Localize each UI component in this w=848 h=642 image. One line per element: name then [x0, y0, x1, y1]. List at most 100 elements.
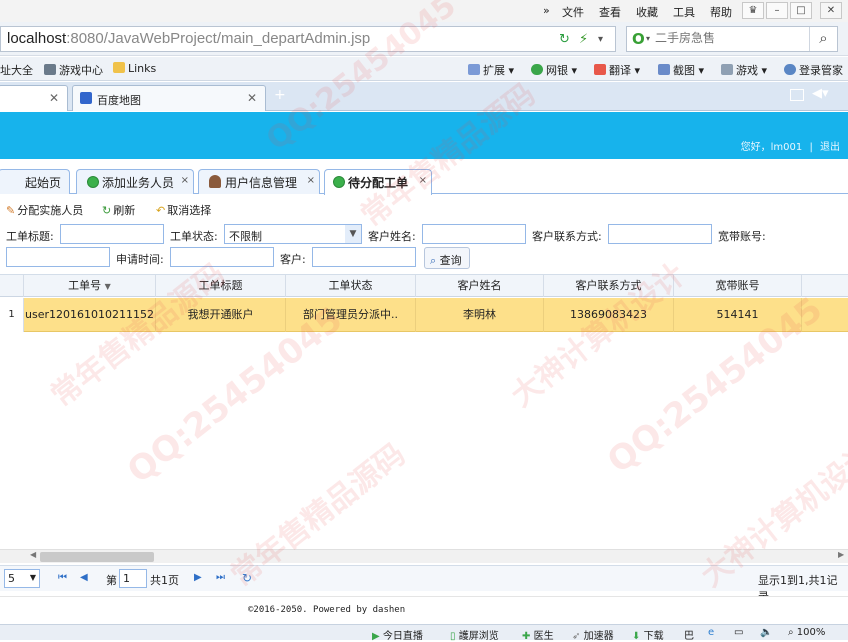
page-input[interactable]: 1 — [119, 569, 147, 588]
contact-label: 客户联系方式: — [532, 230, 602, 243]
header-label: 工单标题 — [198, 279, 243, 292]
search-input[interactable] — [655, 31, 805, 45]
minimize-icon[interactable]: – — [766, 2, 788, 19]
query-button[interactable]: ⌕ 查询 — [424, 247, 470, 269]
reload-icon[interactable]: ↻ — [242, 571, 252, 585]
skin-icon[interactable]: ♛ — [742, 2, 764, 19]
refresh-label: 刷新 — [113, 204, 136, 217]
page-input-value: 1 — [123, 572, 130, 585]
dropdown-icon[interactable]: ▾ — [598, 34, 603, 45]
search-engine-icon[interactable]: O — [632, 30, 645, 48]
contact-input[interactable] — [608, 224, 712, 244]
search-icon[interactable]: ⌕ — [809, 27, 837, 51]
scroll-right-icon[interactable]: ▶ — [838, 550, 844, 559]
cancel-selection-button[interactable]: ↶ 取消选择 — [156, 202, 211, 218]
reload-icon[interactable]: ↻ — [559, 32, 570, 47]
url-path: :8080/JavaWebProject/main_departAdmin.js… — [66, 30, 371, 47]
column-header-account[interactable]: 宽带账号 — [674, 275, 802, 297]
menu-more[interactable]: » — [543, 4, 550, 17]
menu-view[interactable]: 查看 — [599, 4, 621, 20]
close-tab-icon[interactable]: ✕ — [247, 91, 257, 105]
tool-screenshot[interactable]: 截图 ▾ — [658, 62, 704, 78]
close-tab-icon[interactable]: ✕ — [49, 91, 59, 105]
browser-tab-active[interactable]: ✕ — [0, 85, 68, 111]
close-tab-icon[interactable]: × — [419, 175, 427, 186]
screen-icon[interactable]: ▭ — [734, 627, 743, 638]
zoom-level[interactable]: ⌕ 100% — [788, 627, 825, 638]
scroll-left-icon[interactable]: ◀ — [30, 550, 36, 559]
scroll-thumb[interactable] — [40, 552, 154, 562]
menu-favorites[interactable]: 收藏 — [636, 4, 658, 20]
restore-tabs-icon[interactable] — [790, 89, 804, 101]
search-box[interactable]: O ▾ ⌕ — [626, 26, 838, 52]
fav-site-nav[interactable]: 址大全 — [0, 62, 33, 78]
chevron-down-icon: ▼ — [29, 573, 36, 582]
tool-games[interactable]: 游戏 ▾ — [721, 62, 767, 78]
new-tab-button[interactable]: + — [274, 87, 286, 103]
status-download-label: 下载 — [643, 631, 664, 642]
close-tab-icon[interactable]: × — [307, 175, 315, 186]
tool-login-manager[interactable]: 登录管家 — [784, 62, 843, 78]
speed-mode-icon[interactable]: ⚡ — [579, 32, 588, 47]
status-label: 工单状态: — [170, 230, 218, 243]
assign-button[interactable]: ✎ 分配实施人员 — [6, 202, 83, 218]
game-icon — [721, 64, 733, 75]
horizontal-scrollbar[interactable]: ◀ ▶ — [0, 549, 848, 563]
column-header-title[interactable]: 工单标题 — [156, 275, 286, 297]
assign-label: 分配实施人员 — [17, 204, 84, 217]
logout-link[interactable]: 退出 — [820, 142, 840, 153]
close-window-icon[interactable]: ✕ — [820, 2, 842, 19]
address-bar[interactable]: localhost:8080/JavaWebProject/main_depar… — [0, 26, 616, 52]
menu-file[interactable]: 文件 — [562, 4, 584, 20]
next-page-icon[interactable]: ▶ — [194, 572, 202, 583]
header-label: 工单状态 — [328, 279, 373, 292]
fav-links[interactable]: Links — [113, 62, 156, 75]
account-input[interactable] — [6, 247, 110, 267]
column-header-contact[interactable]: 客户联系方式 — [544, 275, 674, 297]
prev-page-icon[interactable]: ◀ — [80, 572, 88, 583]
chevron-down-icon[interactable]: ▼ — [345, 225, 361, 243]
table-row[interactable]: user120161010211152 我想开通账户 部门管理员分派中.. 李明… — [0, 298, 848, 332]
browser-tab-label: 百度地图 — [97, 94, 141, 107]
header-label: 客户联系方式 — [575, 279, 642, 292]
column-header-order-no[interactable]: 工单号 ▼ — [24, 275, 156, 297]
menu-tools[interactable]: 工具 — [673, 4, 695, 20]
column-header-customer[interactable]: 客户姓名 — [416, 275, 544, 297]
column-header-status[interactable]: 工单状态 — [286, 275, 416, 297]
tool-extensions[interactable]: 扩展 ▾ — [468, 62, 514, 78]
status-select[interactable]: 不限制 ▼ — [224, 224, 362, 244]
browser-tab-baidu-map[interactable]: 百度地图 ✕ — [72, 85, 266, 111]
tool-translate[interactable]: 翻译 ▾ — [594, 62, 640, 78]
page-size-select[interactable]: 5 ▼ — [4, 569, 40, 588]
address-url[interactable]: localhost:8080/JavaWebProject/main_depar… — [7, 30, 370, 47]
refresh-button[interactable]: ↻ 刷新 — [102, 202, 135, 218]
tab-user-info[interactable]: 用户信息管理 × — [198, 169, 320, 194]
customer-input[interactable] — [422, 224, 526, 244]
download-icon: ⬇ — [632, 631, 641, 642]
back-arrow-icon[interactable]: ◀▾ — [812, 86, 829, 101]
tab-add-staff[interactable]: 添加业务人员 × — [76, 169, 194, 194]
first-page-icon[interactable]: ⏮ — [58, 572, 67, 583]
apply-time-input[interactable] — [170, 247, 274, 267]
tab-start-page[interactable]: 起始页 — [0, 169, 70, 194]
customer2-input[interactable] — [312, 247, 416, 267]
tool-bank[interactable]: 网银 ▾ — [531, 62, 577, 78]
orders-grid: 工单号 ▼ 工单标题 工单状态 客户姓名 客户联系方式 宽带账号 user120… — [0, 274, 848, 567]
maximize-icon[interactable]: □ — [790, 2, 812, 19]
engine-dropdown-icon[interactable]: ▾ — [646, 34, 650, 43]
tool-bank-label: 网银 — [546, 64, 568, 77]
close-tab-icon[interactable]: × — [181, 175, 189, 186]
ie-icon[interactable]: e — [708, 627, 714, 638]
sound-icon[interactable]: 🔈 — [760, 627, 772, 638]
page-size-value: 5 — [8, 572, 15, 585]
translate-icon — [594, 64, 606, 75]
tab-label: 添加业务人员 — [102, 176, 175, 190]
last-page-icon[interactable]: ⏭ — [216, 572, 225, 583]
fav-game-center[interactable]: 游戏中心 — [44, 62, 103, 78]
url-host: localhost — [7, 30, 67, 47]
cell-customer: 李明林 — [416, 298, 544, 332]
tab-pending-orders[interactable]: 待分配工单 × — [324, 169, 432, 195]
total-pages: 共1页 — [150, 574, 179, 587]
title-input[interactable] — [60, 224, 164, 244]
menu-help[interactable]: 帮助 — [710, 4, 732, 20]
